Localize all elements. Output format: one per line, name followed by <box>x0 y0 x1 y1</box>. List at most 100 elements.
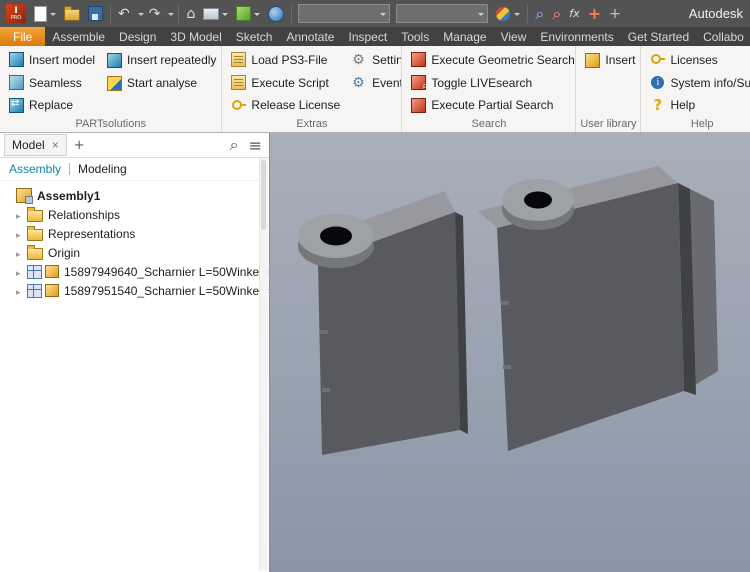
tab-get-started[interactable]: Get Started <box>621 27 696 46</box>
folder-icon <box>27 248 43 260</box>
quick-access-toolbar: Autodesk <box>0 0 750 27</box>
tree-item-representations[interactable]: Representations <box>0 224 269 243</box>
button-label: Execute Partial Search <box>431 98 553 112</box>
hinge-seam <box>501 301 509 305</box>
browser-tab-model[interactable]: Model <box>4 134 67 156</box>
chevron-down-icon <box>50 13 56 19</box>
tab-collaborate[interactable]: Collabo <box>696 27 750 46</box>
tree-item-part-2[interactable]: 15897951540_Scharnier L=50Winkel=90_Supp… <box>0 281 269 300</box>
ribbon-group-partsolutions: Insert model Seamless Replace Insert rep… <box>0 46 222 132</box>
close-icon[interactable] <box>52 138 59 152</box>
appearance-button[interactable] <box>233 3 263 25</box>
start-analyse-icon <box>107 76 122 91</box>
tab-tools[interactable]: Tools <box>394 27 436 46</box>
tab-assemble[interactable]: Assemble <box>45 27 112 46</box>
part-cube-icon <box>45 284 59 297</box>
application-menu-button[interactable] <box>3 3 29 25</box>
browser-scrollbar[interactable] <box>259 158 268 571</box>
ribbon-group-label: User library <box>576 116 640 132</box>
open-folder-icon <box>64 9 80 21</box>
button-label: Start analyse <box>127 76 197 90</box>
user-library-insert-icon <box>585 53 600 68</box>
cross-gray-button[interactable] <box>606 3 624 25</box>
tab-inspect[interactable]: Inspect <box>341 27 394 46</box>
tree-item-relationships[interactable]: Relationships <box>0 205 269 224</box>
event-handling-button[interactable]: Event handling <box>349 72 401 94</box>
tree-item-origin[interactable]: Origin <box>0 243 269 262</box>
scrollbar-thumb[interactable] <box>261 160 266 230</box>
fx-parameters-button[interactable] <box>566 3 582 25</box>
tab-sketch[interactable]: Sketch <box>229 27 280 46</box>
material-dropdown[interactable] <box>298 4 390 23</box>
blue-magnifier-button[interactable] <box>532 3 547 25</box>
subtab-assembly[interactable]: Assembly <box>9 162 61 176</box>
home-view-button[interactable] <box>183 3 198 25</box>
color-override-button[interactable] <box>492 3 523 25</box>
tree-item-part-1[interactable]: 15897949640_Scharnier L=50Winkel=45_Supp… <box>0 262 269 281</box>
tab-annotate[interactable]: Annotate <box>279 27 341 46</box>
ribbon-group-help: Licenses System info/Sup Help Help <box>641 46 750 132</box>
licenses-button[interactable]: Licenses <box>647 49 750 71</box>
user-library-insert-button[interactable]: Insert <box>582 49 638 71</box>
execute-partial-search-button[interactable]: Execute Partial Search <box>408 94 575 116</box>
ribbon-group-label: Search <box>402 116 575 132</box>
chevron-right-icon[interactable] <box>16 265 27 279</box>
appearance-dropdown[interactable] <box>396 4 488 23</box>
display-settings-button[interactable] <box>200 3 231 25</box>
hinge-seam <box>320 330 328 334</box>
web-help-button[interactable] <box>265 3 287 25</box>
help-button[interactable]: Help <box>647 94 750 116</box>
question-mark-icon <box>650 98 665 113</box>
new-file-button[interactable] <box>31 3 59 25</box>
chevron-right-icon[interactable] <box>16 227 27 241</box>
tab-file[interactable]: File <box>0 27 45 46</box>
button-label: Toggle LIVEsearch <box>431 76 532 90</box>
tab-environments[interactable]: Environments <box>533 27 620 46</box>
hinge-part-45[interactable] <box>298 191 468 455</box>
insert-repeatedly-button[interactable]: Insert repeatedly <box>104 49 219 71</box>
save-button[interactable] <box>85 3 106 25</box>
execute-script-button[interactable]: Execute Script <box>228 72 343 94</box>
viewport-3d[interactable] <box>270 133 750 572</box>
insert-repeatedly-icon <box>107 53 122 68</box>
folder-icon <box>27 210 43 222</box>
seamless-button[interactable]: Seamless <box>6 72 98 94</box>
chevron-right-icon[interactable] <box>16 284 27 298</box>
tree-item-label: Representations <box>48 227 135 241</box>
undo-button[interactable] <box>115 3 133 25</box>
model-tree: Assembly1 Relationships Representations … <box>0 181 269 300</box>
browser-search-button[interactable] <box>227 134 242 156</box>
start-analyse-button[interactable]: Start analyse <box>104 72 219 94</box>
open-file-button[interactable] <box>61 3 83 25</box>
chevron-down-icon[interactable] <box>168 13 174 19</box>
red-magnifier-button[interactable] <box>549 3 564 25</box>
insert-model-button[interactable]: Insert model <box>6 49 98 71</box>
subtab-modeling[interactable]: Modeling <box>78 162 127 176</box>
save-icon <box>88 6 103 21</box>
tab-view[interactable]: View <box>494 27 534 46</box>
tab-manage[interactable]: Manage <box>436 27 493 46</box>
replace-button[interactable]: Replace <box>6 94 98 116</box>
add-browser-tab-button[interactable] <box>71 134 88 156</box>
system-info-button[interactable]: System info/Sup <box>647 72 750 94</box>
browser-menu-button[interactable] <box>246 134 265 156</box>
add-red-button[interactable] <box>585 3 604 25</box>
chevron-right-icon[interactable] <box>16 208 27 222</box>
tab-3d-model[interactable]: 3D Model <box>163 27 228 46</box>
tab-design[interactable]: Design <box>112 27 163 46</box>
tree-item-assembly1[interactable]: Assembly1 <box>0 186 269 205</box>
chevron-right-icon[interactable] <box>16 246 27 260</box>
chevron-down-icon <box>380 13 386 19</box>
load-ps3-file-button[interactable]: Load PS3-File <box>228 49 343 71</box>
tree-item-label: 15897949640_Scharnier L=50Winkel=45_Supp… <box>64 265 269 279</box>
chevron-down-icon <box>514 13 520 19</box>
release-license-button[interactable]: Release License <box>228 94 343 116</box>
toggle-livesearch-button[interactable]: Toggle LIVEsearch <box>408 72 575 94</box>
release-license-key-icon <box>231 98 246 113</box>
settings-button[interactable]: Settings <box>349 49 401 71</box>
button-label: Execute Script <box>251 76 328 90</box>
button-label: Licenses <box>670 53 717 67</box>
redo-button[interactable] <box>146 3 164 25</box>
execute-geometric-search-button[interactable]: Execute Geometric Search <box>408 49 575 71</box>
chevron-down-icon[interactable] <box>138 13 144 19</box>
